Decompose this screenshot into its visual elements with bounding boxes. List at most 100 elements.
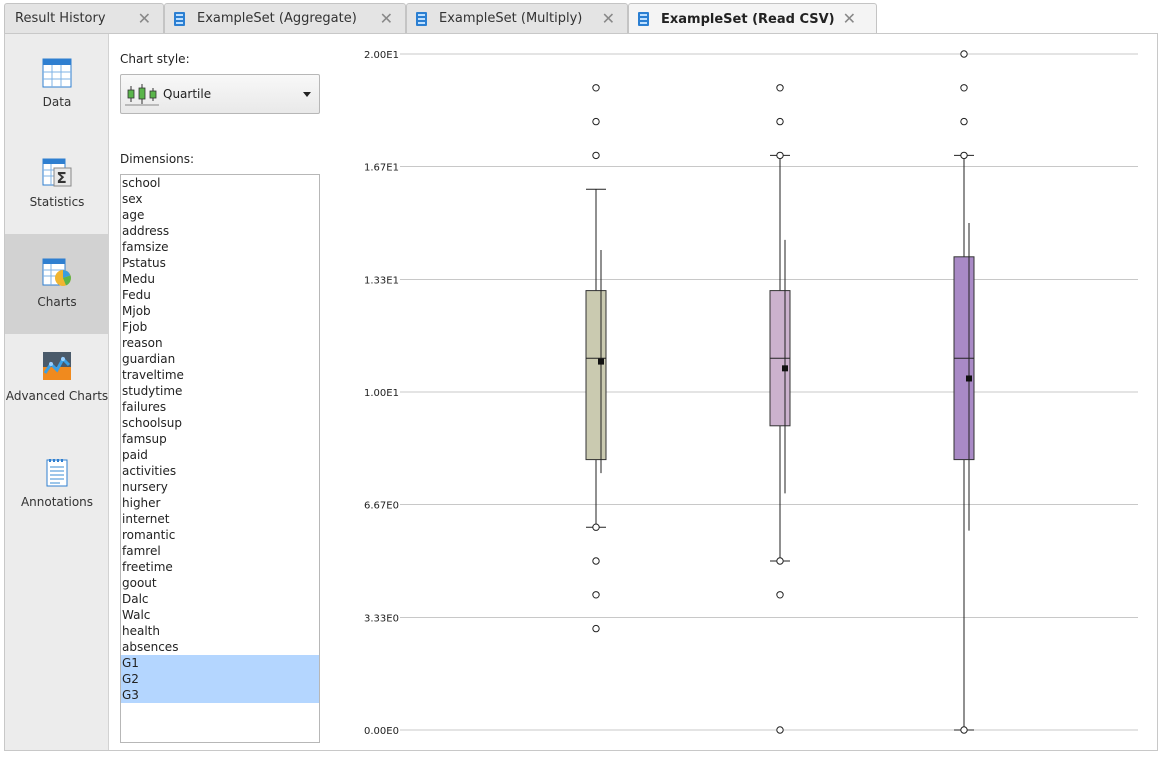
outlier-point <box>592 624 600 633</box>
sidebar-item-data[interactable]: Data <box>5 34 109 134</box>
outlier-point <box>592 557 600 565</box>
outlier-point <box>776 726 784 734</box>
outlier-point <box>776 117 784 126</box>
tab-bar: Result History ✕ ExampleSet (Aggregate) … <box>0 0 1167 34</box>
y-tick-label: 6.67E0 <box>364 501 399 512</box>
chart-canvas: 2.00E1 1.67E1 1.33E1 1.00E1 6.67E0 3.33E0 0.00… <box>364 50 1138 737</box>
dimension-item[interactable]: age <box>121 207 319 223</box>
tab-label: Result History <box>15 11 106 26</box>
y-tick-label: 2.00E1 <box>364 50 399 61</box>
pie-chart-icon <box>42 258 72 288</box>
dimension-item[interactable]: activities <box>121 463 319 479</box>
dimension-item[interactable]: sex <box>121 191 319 207</box>
outlier-point <box>592 151 600 160</box>
close-icon[interactable]: ✕ <box>380 9 393 28</box>
dimensions-list[interactable]: school sex age address famsize Pstatus Medu Fed… <box>120 174 320 743</box>
dimension-item[interactable]: G3 <box>121 687 319 703</box>
quartile-box <box>585 290 607 461</box>
dimension-item[interactable]: Fjob <box>121 319 319 335</box>
dimension-item[interactable]: higher <box>121 495 319 511</box>
dimension-item[interactable]: Dalc <box>121 591 319 607</box>
dimension-item[interactable]: reason <box>121 335 319 351</box>
outlier-point <box>592 591 600 599</box>
dimension-item[interactable]: Fedu <box>121 287 319 303</box>
dimension-item[interactable]: G1 <box>121 655 319 671</box>
dimension-item[interactable]: school <box>121 175 319 191</box>
outlier-point <box>592 117 600 126</box>
dimension-item[interactable]: address <box>121 223 319 239</box>
sigma-table-icon: Σ <box>42 158 72 188</box>
outlier-point <box>592 523 600 531</box>
dimension-item[interactable]: traveltime <box>121 367 319 383</box>
outlier-point <box>776 84 784 92</box>
mean-marker <box>782 365 788 372</box>
table-icon <box>174 11 185 26</box>
table-grid-icon <box>42 58 72 88</box>
outlier-point <box>960 726 968 734</box>
tab-label: ExampleSet (Multiply) <box>439 11 583 26</box>
sidebar-item-label: Annotations <box>20 495 94 509</box>
chevron-down-icon <box>303 92 311 97</box>
quartile-chart-icon <box>125 82 159 106</box>
mean-marker <box>598 358 604 365</box>
sidebar-item-charts[interactable]: Charts <box>5 234 109 334</box>
view-mode-sidebar: Data Σ Statistics Charts Advanced Charts… <box>5 34 109 750</box>
dimension-item[interactable]: famsize <box>121 239 319 255</box>
tab-label: ExampleSet (Aggregate) <box>197 11 357 26</box>
dimension-item[interactable]: paid <box>121 447 319 463</box>
dimension-item[interactable]: freetime <box>121 559 319 575</box>
y-tick-label: 1.67E1 <box>364 163 399 174</box>
sidebar-item-label: Advanced Charts <box>5 389 109 403</box>
dimension-item[interactable]: goout <box>121 575 319 591</box>
dimension-item[interactable]: schoolsup <box>121 415 319 431</box>
sidebar-item-label: Data <box>42 95 72 109</box>
dimension-item[interactable]: Mjob <box>121 303 319 319</box>
dimension-item[interactable]: Medu <box>121 271 319 287</box>
dimensions-label: Dimensions: <box>120 152 195 166</box>
close-icon[interactable]: ✕ <box>138 9 151 28</box>
y-tick-label: 1.00E1 <box>364 388 399 399</box>
sidebar-item-annotations[interactable]: Annotations <box>5 434 109 534</box>
outlier-point <box>960 151 968 160</box>
y-tick-label: 1.33E1 <box>364 275 399 286</box>
outlier-point <box>776 151 784 160</box>
dimension-item[interactable]: Walc <box>121 607 319 623</box>
chart-style-label: Chart style: <box>120 52 190 66</box>
y-tick-label: 3.33E0 <box>364 613 399 624</box>
sidebar-item-label: Statistics <box>29 195 85 209</box>
close-icon[interactable]: ✕ <box>602 9 615 28</box>
dimension-item[interactable]: failures <box>121 399 319 415</box>
mean-marker <box>966 375 972 382</box>
tab-exampleset-read-csv[interactable]: ExampleSet (Read CSV) ✕ <box>628 3 877 34</box>
chart-style-dropdown[interactable]: Quartile <box>120 74 320 114</box>
quartile-chart: 2.00E1 1.67E1 1.33E1 1.00E1 6.67E0 3.33E0 0.00… <box>350 34 1158 750</box>
notepad-icon <box>42 458 72 488</box>
dimension-item[interactable]: absences <box>121 639 319 655</box>
close-icon[interactable]: ✕ <box>843 9 856 28</box>
chart-style-value: Quartile <box>163 87 212 101</box>
dimension-item[interactable]: romantic <box>121 527 319 543</box>
dimension-item[interactable]: famrel <box>121 543 319 559</box>
dimension-item[interactable]: studytime <box>121 383 319 399</box>
tab-result-history[interactable]: Result History ✕ <box>4 3 164 33</box>
tab-exampleset-aggregate[interactable]: ExampleSet (Aggregate) ✕ <box>164 3 406 33</box>
outlier-point <box>960 50 968 58</box>
sidebar-item-advanced-charts[interactable]: Advanced Charts <box>5 334 109 434</box>
y-tick-label: 0.00E0 <box>364 726 399 737</box>
outlier-point <box>592 84 600 92</box>
sidebar-item-statistics[interactable]: Σ Statistics <box>5 134 109 234</box>
dimension-item[interactable]: health <box>121 623 319 639</box>
dimension-item[interactable]: guardian <box>121 351 319 367</box>
results-view: Data Σ Statistics Charts Advanced Charts… <box>4 33 1158 751</box>
dimension-item[interactable]: Pstatus <box>121 255 319 271</box>
table-icon <box>416 11 427 26</box>
table-icon <box>638 12 649 26</box>
dimension-item[interactable]: internet <box>121 511 319 527</box>
advanced-chart-icon <box>42 351 72 381</box>
dimension-item[interactable]: nursery <box>121 479 319 495</box>
sidebar-item-label: Charts <box>37 295 77 309</box>
tab-exampleset-multiply[interactable]: ExampleSet (Multiply) ✕ <box>406 3 628 33</box>
svg-text:Σ: Σ <box>57 169 67 187</box>
dimension-item[interactable]: G2 <box>121 671 319 687</box>
dimension-item[interactable]: famsup <box>121 431 319 447</box>
